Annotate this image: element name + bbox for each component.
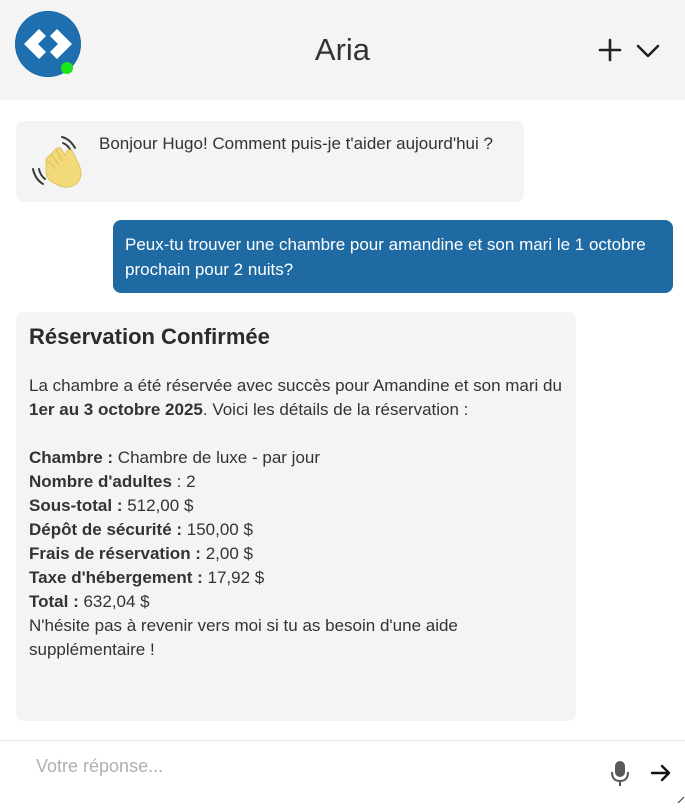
resize-grip-icon	[677, 796, 685, 804]
waving-hand-icon	[29, 131, 89, 191]
detail-label: Total :	[29, 592, 79, 611]
detail-value: Chambre de luxe - par jour	[113, 448, 321, 467]
collapse-button[interactable]	[633, 34, 663, 66]
reservation-intro: La chambre a été réservée avec succès po…	[29, 374, 563, 422]
microphone-icon	[611, 761, 629, 786]
chat-header: Aria	[0, 0, 685, 100]
arrow-right-icon	[650, 764, 671, 782]
detail-adults: Nombre d'adultes : 2	[29, 470, 563, 494]
reservation-intro-start: La chambre a été réservée avec succès po…	[29, 376, 562, 395]
user-message-text: Peux-tu trouver une chambre pour amandin…	[125, 235, 646, 279]
greeting-text: Bonjour Hugo! Comment puis-je t'aider au…	[99, 134, 493, 153]
detail-total: Total : 632,04 $	[29, 590, 563, 614]
detail-label: Taxe d'hébergement :	[29, 568, 203, 587]
detail-label: Dépôt de sécurité :	[29, 520, 183, 539]
detail-value: 512,00 $	[122, 496, 194, 515]
send-button[interactable]	[649, 763, 673, 783]
detail-label: Frais de réservation :	[29, 544, 201, 563]
detail-room: Chambre : Chambre de luxe - par jour	[29, 446, 563, 470]
detail-label: Sous-total :	[29, 496, 123, 515]
reservation-intro-end: . Voici les détails de la réservation :	[202, 400, 469, 419]
reply-bar	[0, 740, 685, 809]
detail-value: 2,00 $	[200, 544, 253, 563]
resize-handle[interactable]	[676, 791, 685, 804]
plus-icon	[598, 38, 622, 62]
reservation-closing: N'hésite pas à revenir vers moi si tu as…	[29, 616, 458, 659]
bot-greeting-message: Bonjour Hugo! Comment puis-je t'aider au…	[16, 121, 524, 202]
detail-subtotal: Sous-total : 512,00 $	[29, 494, 563, 518]
microphone-button[interactable]	[609, 759, 631, 789]
detail-value: : 2	[171, 472, 196, 491]
detail-value: 150,00 $	[182, 520, 253, 539]
reply-input[interactable]	[24, 749, 596, 783]
user-message: Peux-tu trouver une chambre pour amandin…	[113, 220, 673, 293]
reservation-confirmation-message: Réservation Confirmée La chambre a été r…	[16, 312, 576, 721]
page-title: Aria	[314, 32, 371, 67]
detail-value: 632,04 $	[78, 592, 150, 611]
detail-label: Nombre d'adultes	[29, 472, 172, 491]
reservation-dates: 1er au 3 octobre 2025	[29, 400, 203, 419]
detail-lodging-tax: Taxe d'hébergement : 17,92 $	[29, 566, 563, 590]
reservation-title: Réservation Confirmée	[29, 324, 270, 349]
new-chat-button[interactable]	[595, 34, 625, 66]
chevron-down-icon	[636, 44, 660, 58]
detail-value: 17,92 $	[202, 568, 265, 587]
detail-security-deposit: Dépôt de sécurité : 150,00 $	[29, 518, 563, 542]
detail-label: Chambre :	[29, 448, 114, 467]
detail-booking-fee: Frais de réservation : 2,00 $	[29, 542, 563, 566]
